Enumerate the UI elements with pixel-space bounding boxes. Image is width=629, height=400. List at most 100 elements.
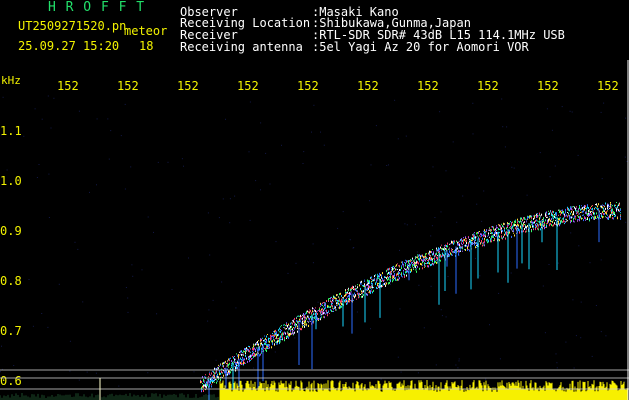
signal-pixel <box>432 249 433 250</box>
signal-pixel <box>531 223 532 225</box>
signal-pixel <box>524 228 525 230</box>
signal-pixel <box>449 247 450 249</box>
signal-pixel <box>268 345 269 348</box>
noise-dot <box>406 224 408 226</box>
signal-pixel <box>595 206 596 208</box>
signal-pixel <box>253 345 254 348</box>
signal-pixel <box>276 343 277 345</box>
signal-pixel <box>507 225 508 228</box>
signal-pixel <box>265 337 266 340</box>
signal-pixel <box>459 244 460 247</box>
signal-pixel <box>488 234 489 236</box>
noise-dot <box>274 351 276 353</box>
signal-pixel <box>581 205 582 207</box>
signal-pixel <box>251 354 252 357</box>
signal-pixel <box>604 206 605 208</box>
signal-pixel <box>529 216 530 218</box>
signal-pixel <box>317 318 318 321</box>
signal-pixel <box>548 213 549 215</box>
signal-pixel <box>360 282 361 285</box>
signal-pixel <box>325 304 326 307</box>
signal-pixel <box>239 351 240 353</box>
signal-pixel <box>549 216 550 218</box>
signal-pixel <box>567 208 568 211</box>
signal-pixel <box>301 328 302 331</box>
signal-pixel <box>318 309 319 311</box>
signal-pixel <box>479 238 480 241</box>
signal-pixel <box>474 243 475 246</box>
signal-pixel <box>444 249 445 251</box>
signal-pixel <box>416 261 417 264</box>
signal-pixel <box>353 299 354 301</box>
signal-pixel <box>560 217 561 219</box>
signal-pixel <box>325 302 326 304</box>
signal-pixel <box>436 256 437 259</box>
noise-dot <box>390 283 391 285</box>
signal-pixel <box>283 332 284 335</box>
signal-pixel <box>394 277 395 279</box>
signal-pixel <box>261 347 262 350</box>
signal-pixel <box>474 242 475 244</box>
signal-pixel <box>566 218 567 220</box>
signal-pixel <box>242 356 243 358</box>
signal-pixel <box>387 275 388 277</box>
signal-pixel <box>616 202 617 203</box>
signal-pixel <box>567 220 568 222</box>
signal-pixel <box>458 249 459 252</box>
signal-pixel <box>479 235 480 237</box>
signal-pixel <box>310 309 311 312</box>
signal-pixel <box>258 340 259 342</box>
signal-pixel <box>341 305 342 308</box>
noise-dot <box>215 359 217 361</box>
signal-pixel <box>255 343 256 346</box>
signal-pixel <box>341 300 342 303</box>
noise-dot <box>0 371 1 373</box>
signal-pixel <box>397 274 398 276</box>
signal-pixel <box>301 322 302 324</box>
signal-pixel <box>240 362 241 365</box>
signal-pixel <box>603 205 604 207</box>
signal-pixel <box>361 290 362 293</box>
signal-pixel <box>573 206 574 207</box>
signal-pixel <box>252 352 253 354</box>
signal-pixel <box>424 266 425 268</box>
signal-pixel <box>413 267 414 269</box>
signal-pixel <box>328 305 329 308</box>
signal-pixel <box>436 253 437 256</box>
signal-pixel <box>469 249 470 252</box>
signal-pixel <box>554 222 555 225</box>
signal-pixel <box>340 302 341 304</box>
noise-dot <box>0 134 2 136</box>
signal-pixel <box>422 255 423 257</box>
signal-pixel <box>611 204 612 206</box>
signal-pixel <box>395 265 396 267</box>
signal-pixel <box>409 262 410 265</box>
signal-pixel <box>528 216 529 219</box>
signal-pixel <box>374 280 375 282</box>
noise-dot <box>600 331 602 333</box>
signal-pixel <box>227 372 228 374</box>
noise-dot <box>323 144 325 146</box>
signal-pixel <box>393 275 394 278</box>
signal-pixel <box>328 301 329 302</box>
signal-pixel <box>227 373 228 376</box>
signal-pixel <box>272 334 273 336</box>
signal-pixel <box>607 217 608 220</box>
signal-pixel <box>299 318 300 321</box>
signal-pixel <box>487 239 488 241</box>
signal-pixel <box>483 234 484 237</box>
signal-pixel <box>406 274 407 277</box>
signal-pixel <box>444 246 445 248</box>
signal-pixel <box>575 215 576 218</box>
signal-pixel <box>306 310 307 312</box>
signal-pixel <box>524 217 525 220</box>
signal-pixel <box>536 219 537 222</box>
signal-pixel <box>587 213 588 216</box>
signal-pixel <box>617 205 618 208</box>
noise-dot <box>577 154 579 156</box>
signal-pixel <box>610 214 611 217</box>
signal-pixel <box>592 205 593 207</box>
signal-pixel <box>392 280 393 283</box>
signal-pixel <box>453 240 454 243</box>
signal-pixel <box>229 370 230 373</box>
